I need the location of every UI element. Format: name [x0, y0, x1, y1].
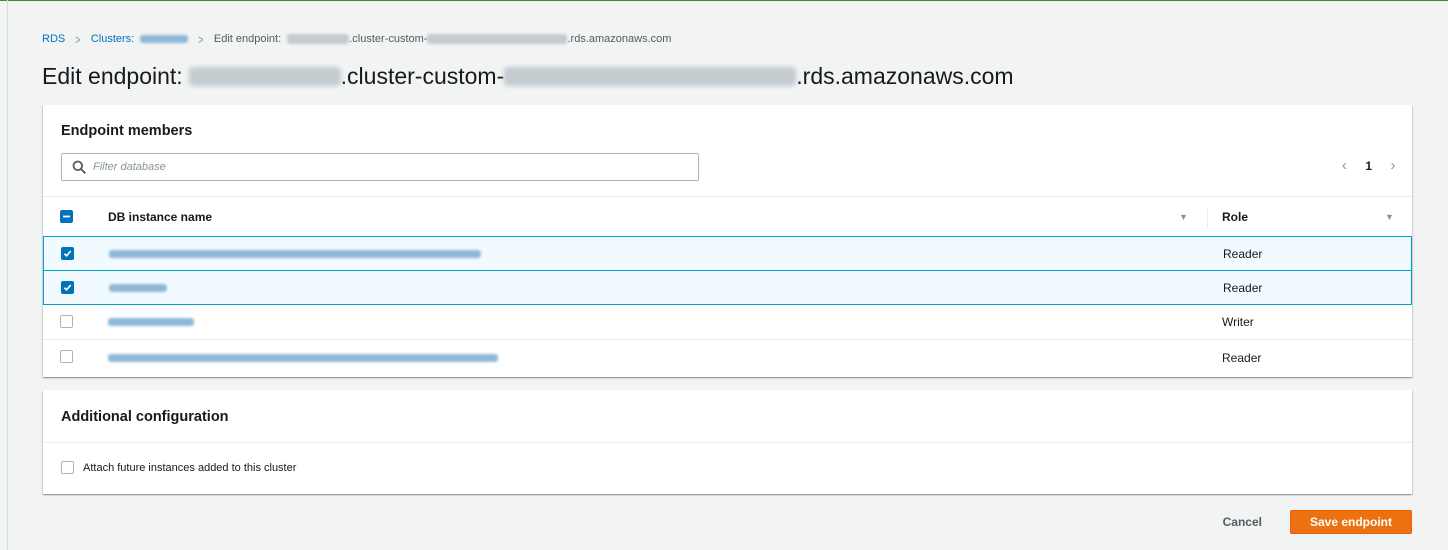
attach-future-instances-option[interactable]: Attach future instances added to this cl… — [61, 461, 296, 474]
current-page-number[interactable]: 1 — [1365, 159, 1372, 173]
left-edge-line — [7, 0, 8, 550]
additional-configuration-panel: Additional configuration Attach future i… — [43, 390, 1412, 494]
redacted-cluster-id — [504, 66, 797, 86]
breadcrumb-separator-icon: > — [75, 31, 81, 47]
column-divider — [1207, 207, 1208, 228]
panel-divider — [43, 442, 1412, 443]
endpoint-members-table: DB instance name ▼ Role ▼ Reader Reader … — [43, 196, 1412, 375]
breadcrumb: RDS > Clusters: > Edit endpoint: .cluste… — [42, 31, 671, 47]
db-instance-name-link[interactable] — [109, 249, 481, 258]
db-instance-name-link[interactable] — [109, 283, 167, 292]
role-value: Reader — [1222, 350, 1262, 365]
redacted-instance-name — [109, 283, 167, 292]
row-checkbox[interactable] — [61, 247, 74, 260]
redacted-instance-name — [108, 353, 498, 362]
role-value: Reader — [1223, 280, 1263, 295]
page-title-prefix: Edit endpoint: — [42, 62, 183, 89]
indeterminate-icon — [63, 215, 70, 218]
top-accent-line — [0, 0, 1448, 1]
role-value: Reader — [1223, 246, 1263, 261]
redacted-cluster-name — [140, 35, 189, 44]
table-row[interactable]: Reader — [43, 236, 1412, 271]
table-row[interactable]: Reader — [43, 270, 1412, 305]
breadcrumb-current-prefix: Edit endpoint: — [213, 33, 282, 45]
row-checkbox[interactable] — [60, 315, 73, 328]
endpoint-members-heading: Endpoint members — [61, 123, 193, 139]
row-checkbox[interactable] — [61, 281, 74, 294]
sort-caret-icon[interactable]: ▼ — [1385, 212, 1394, 222]
previous-page-icon[interactable]: ‹ — [1339, 157, 1349, 174]
breadcrumb-current-suffix: .rds.amazonaws.com — [567, 33, 672, 45]
next-page-icon[interactable]: › — [1388, 157, 1398, 174]
column-header-role[interactable]: Role — [1222, 210, 1248, 224]
breadcrumb-rds-link[interactable]: RDS — [42, 33, 65, 45]
filter-database-field[interactable] — [61, 153, 699, 181]
checkmark-icon — [63, 250, 72, 258]
save-endpoint-button[interactable]: Save endpoint — [1290, 510, 1412, 534]
page-title: Edit endpoint: .cluster-custom- .rds.amaz… — [42, 59, 1014, 93]
role-value: Writer — [1222, 315, 1254, 329]
breadcrumb-separator-icon: > — [198, 31, 204, 47]
redacted-instance-name — [109, 249, 481, 258]
table-header: DB instance name ▼ Role ▼ — [43, 196, 1412, 237]
db-instance-name-link[interactable] — [108, 353, 498, 362]
search-icon — [72, 160, 86, 174]
pagination: ‹ 1 › — [1339, 157, 1398, 174]
form-actions: Cancel Save endpoint — [1223, 510, 1412, 534]
filter-database-input[interactable] — [93, 161, 653, 173]
additional-configuration-heading: Additional configuration — [61, 409, 229, 425]
redacted-endpoint-name — [188, 66, 341, 86]
checkmark-icon — [63, 284, 72, 292]
breadcrumb-clusters-prefix: Clusters: — [90, 33, 135, 45]
table-row[interactable]: Reader — [43, 340, 1412, 375]
db-instance-name-link[interactable] — [108, 318, 194, 326]
attach-future-instances-label: Attach future instances added to this cl… — [83, 461, 297, 474]
page-title-suffix: .rds.amazonaws.com — [796, 62, 1014, 89]
breadcrumb-current: Edit endpoint: .cluster-custom- .rds.amaz… — [214, 33, 672, 45]
sort-caret-icon[interactable]: ▼ — [1179, 212, 1188, 222]
breadcrumb-cluster-link[interactable]: Clusters: — [90, 33, 189, 45]
row-checkbox[interactable] — [60, 350, 73, 363]
breadcrumb-current-mid: .cluster-custom- — [349, 33, 428, 45]
attach-future-instances-checkbox[interactable] — [61, 461, 74, 474]
cancel-button[interactable]: Cancel — [1223, 515, 1262, 529]
column-header-db-instance-name[interactable]: DB instance name — [108, 210, 212, 224]
table-row[interactable]: Writer — [43, 305, 1412, 340]
redacted-endpoint-name — [287, 34, 350, 45]
redacted-cluster-id — [427, 34, 568, 45]
endpoint-members-panel: Endpoint members ‹ 1 › DB instance name … — [43, 105, 1412, 377]
redacted-instance-name — [108, 318, 194, 326]
page-title-mid: .cluster-custom- — [340, 62, 505, 89]
select-all-checkbox[interactable] — [60, 210, 73, 223]
